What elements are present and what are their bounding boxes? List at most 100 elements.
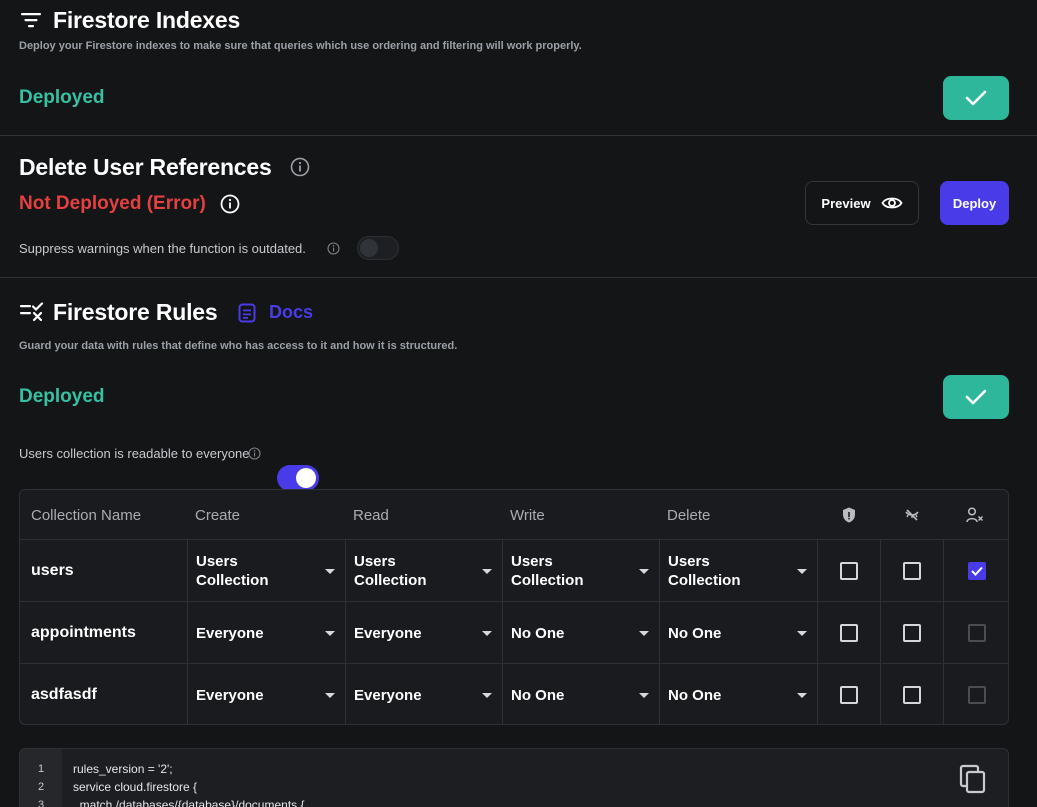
error-info-icon[interactable]: [220, 194, 240, 214]
col-create: Create: [195, 506, 241, 524]
chevron-down-icon: [325, 568, 335, 574]
table-row: appointments Everyone Everyone No One No…: [20, 602, 1008, 664]
docs-icon[interactable]: [238, 303, 256, 323]
rules-deployed-button[interactable]: [943, 375, 1009, 419]
rules-status: Deployed: [19, 386, 105, 407]
suppress-warnings-toggle[interactable]: [357, 236, 399, 260]
chevron-down-icon: [797, 630, 807, 636]
table-row: asdfasdf Everyone Everyone No One No One: [20, 664, 1008, 724]
table-row: users Users Collection Users Collection …: [20, 540, 1008, 602]
chevron-down-icon: [482, 630, 492, 636]
table-header: Collection Name Create Read Write Delete: [20, 490, 1008, 540]
select-value: Users Collection: [196, 553, 269, 589]
check-cell: [880, 602, 943, 664]
select-value: No One: [511, 686, 565, 704]
user-remove-icon: [966, 490, 984, 540]
select-value: No One: [511, 624, 565, 642]
check-icon: [971, 566, 983, 576]
write-select[interactable]: No One: [502, 602, 659, 664]
checkbox[interactable]: [903, 562, 921, 580]
checkbox[interactable]: [903, 686, 921, 704]
delete-select[interactable]: No One: [659, 664, 817, 724]
select-value: Users Collection: [668, 553, 741, 589]
filter-icon: [21, 12, 41, 28]
indexes-status: Deployed: [19, 87, 105, 108]
checkbox-disabled: [968, 686, 986, 704]
delete-refs-status: Not Deployed (Error): [19, 193, 206, 214]
delete-select[interactable]: Users Collection: [659, 540, 817, 602]
create-select[interactable]: Everyone: [187, 602, 345, 664]
chevron-down-icon: [639, 630, 649, 636]
users-readable-label: Users collection is readable to everyone: [19, 446, 250, 461]
select-value: Everyone: [354, 624, 422, 642]
collection-name: users: [31, 562, 74, 579]
line-number: 3: [37, 799, 45, 807]
suppress-warnings-label: Suppress warnings when the function is o…: [19, 241, 306, 256]
indexes-deployed-button[interactable]: [943, 76, 1009, 120]
section-divider: [0, 277, 1037, 278]
col-collection-name: Collection Name: [31, 506, 142, 524]
checkbox[interactable]: [840, 686, 858, 704]
write-select[interactable]: No One: [502, 664, 659, 724]
preview-button[interactable]: Preview: [805, 181, 919, 225]
checkbox[interactable]: [840, 624, 858, 642]
rules-code-editor[interactable]: 1 2 3 rules_version = '2'; service cloud…: [19, 748, 1009, 807]
col-write: Write: [510, 506, 545, 524]
create-select[interactable]: Everyone: [187, 664, 345, 724]
select-value: Users Collection: [511, 553, 584, 589]
chevron-down-icon: [797, 692, 807, 698]
select-value: Users Collection: [354, 553, 427, 589]
check-cell: [817, 664, 880, 724]
select-value: No One: [668, 624, 722, 642]
check-cell: [817, 540, 880, 602]
chevron-down-icon: [325, 692, 335, 698]
code-line: rules_version = '2';: [73, 762, 173, 776]
chevron-down-icon: [639, 568, 649, 574]
check-cell: [880, 664, 943, 724]
suppress-info-icon[interactable]: [327, 242, 340, 255]
chevron-down-icon: [482, 568, 492, 574]
collection-name: appointments: [31, 624, 136, 641]
line-number: 1: [37, 763, 45, 775]
read-select[interactable]: Everyone: [345, 664, 502, 724]
col-read: Read: [353, 506, 389, 524]
chevron-down-icon: [325, 630, 335, 636]
info-icon[interactable]: [290, 157, 310, 177]
create-select[interactable]: Users Collection: [187, 540, 345, 602]
check-cell: [943, 664, 1008, 724]
checkbox[interactable]: [840, 562, 858, 580]
users-readable-info-icon[interactable]: [248, 447, 261, 460]
check-icon: [965, 389, 987, 405]
checkbox[interactable]: [903, 624, 921, 642]
preview-label: Preview: [821, 195, 871, 211]
line-number: 2: [37, 781, 45, 793]
select-value: Everyone: [196, 686, 264, 704]
select-value: Everyone: [354, 686, 422, 704]
col-delete: Delete: [667, 506, 711, 524]
indexes-title: Firestore Indexes: [53, 7, 241, 33]
read-select[interactable]: Users Collection: [345, 540, 502, 602]
checkbox-checked[interactable]: [968, 562, 986, 580]
rules-table: Collection Name Create Read Write Delete…: [19, 489, 1009, 725]
check-cell: [943, 602, 1008, 664]
check-cell: [880, 540, 943, 602]
shield-icon: [842, 490, 856, 540]
check-icon: [965, 90, 987, 106]
hidden-icon: [904, 490, 920, 540]
docs-link[interactable]: Docs: [269, 302, 313, 323]
indexes-description: Deploy your Firestore indexes to make su…: [19, 40, 582, 52]
chevron-down-icon: [797, 568, 807, 574]
check-cell: [943, 540, 1008, 602]
code-line: match /databases/{database}/documents {: [73, 798, 305, 807]
deploy-button[interactable]: Deploy: [940, 181, 1009, 225]
chevron-down-icon: [639, 692, 649, 698]
collection-name: asdfasdf: [31, 686, 97, 703]
users-readable-toggle[interactable]: [277, 465, 319, 491]
read-select[interactable]: Everyone: [345, 602, 502, 664]
copy-icon[interactable]: [959, 764, 987, 794]
delete-select[interactable]: No One: [659, 602, 817, 664]
rules-checklist-icon: [20, 302, 44, 322]
checkbox-disabled: [968, 624, 986, 642]
select-value: Everyone: [196, 624, 264, 642]
write-select[interactable]: Users Collection: [502, 540, 659, 602]
